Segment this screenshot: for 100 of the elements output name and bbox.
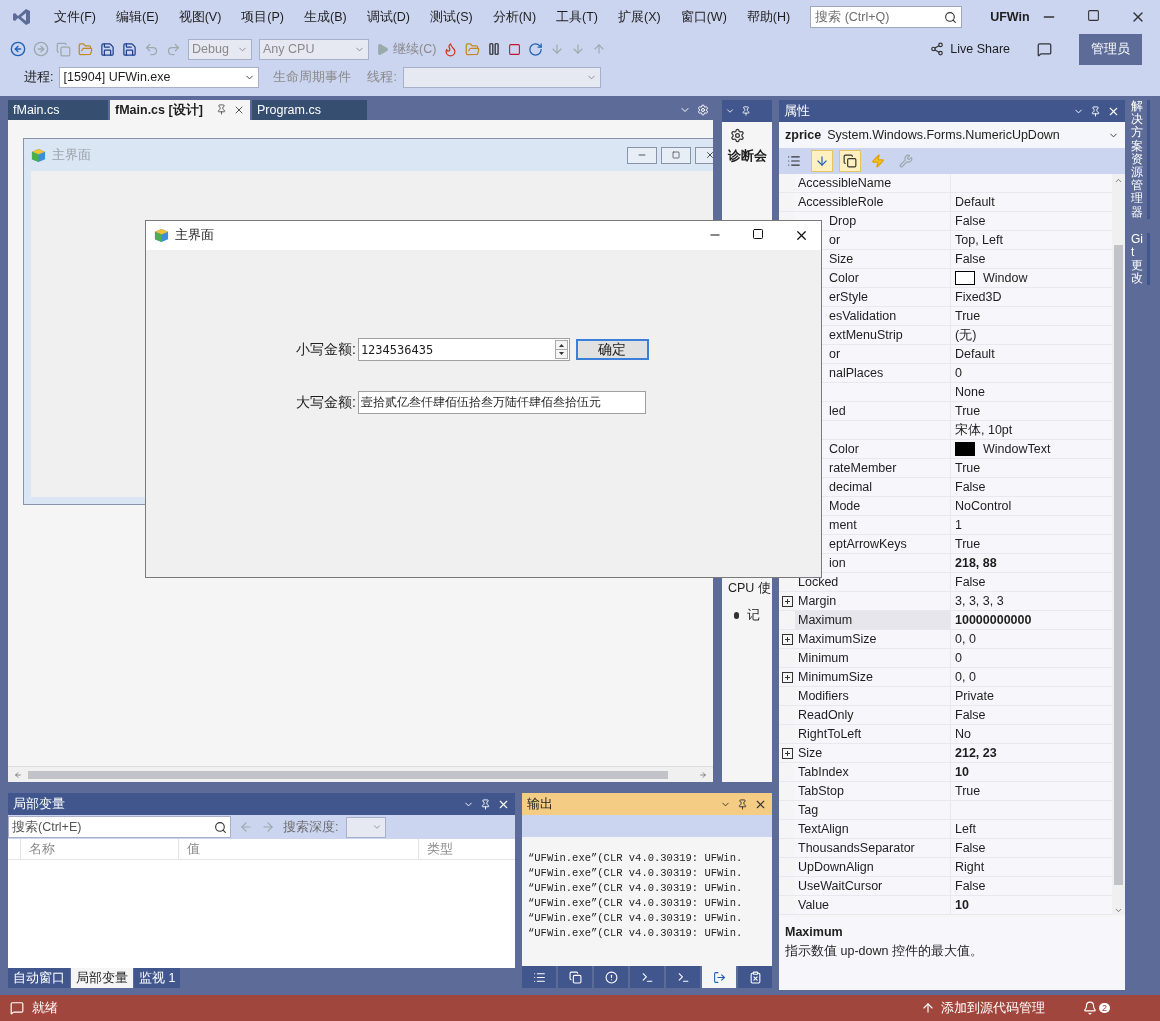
menu-item[interactable]: 窗口(W) xyxy=(670,8,737,26)
menu-item[interactable]: 文件(F) xyxy=(44,8,106,26)
property-value[interactable]: 1 xyxy=(955,518,962,532)
property-row[interactable]: ReadOnly False xyxy=(779,706,1112,725)
property-row[interactable]: Size 212, 23 xyxy=(779,744,1112,763)
source-control-button[interactable]: 添加到源代码管理 xyxy=(921,999,1045,1017)
side-tab[interactable]: 解决方案资源管理器 xyxy=(1131,100,1150,219)
property-value[interactable]: 10 xyxy=(955,898,969,912)
menu-item[interactable]: 工具(T) xyxy=(546,8,608,26)
column-header[interactable]: 名称 xyxy=(20,839,178,859)
expand-icon[interactable] xyxy=(781,595,793,607)
property-row[interactable]: Tag xyxy=(779,801,1112,820)
tool-window-tab[interactable] xyxy=(594,966,628,988)
tool-window-tab[interactable] xyxy=(702,966,736,988)
side-tab[interactable]: Git 更改 xyxy=(1131,232,1150,286)
document-tab[interactable]: Program.cs xyxy=(252,100,367,120)
property-value[interactable]: None xyxy=(955,385,985,399)
property-value[interactable]: Default xyxy=(955,195,995,209)
property-row[interactable]: MinimumSize 0, 0 xyxy=(779,668,1112,687)
property-row[interactable]: UpDownAlign Right xyxy=(779,858,1112,877)
tool-window-tab[interactable] xyxy=(666,966,700,988)
menu-item[interactable]: 生成(B) xyxy=(294,8,357,26)
property-row[interactable]: TabStop True xyxy=(779,782,1112,801)
process-dropdown[interactable]: [15904] UFWin.exe xyxy=(59,66,260,88)
restart-icon[interactable] xyxy=(528,41,544,57)
property-value[interactable]: Default xyxy=(955,347,995,361)
maximize-icon[interactable] xyxy=(1087,9,1100,22)
property-value[interactable]: False xyxy=(955,879,986,893)
property-row[interactable]: Maximum 10000000000 xyxy=(779,611,1112,630)
property-value[interactable]: True xyxy=(955,784,981,798)
spinner-arrows-icon[interactable] xyxy=(554,340,568,359)
alphabetical-button[interactable] xyxy=(811,150,833,172)
expand-icon[interactable] xyxy=(781,747,793,759)
panel-tab[interactable]: 局部变量 xyxy=(71,968,133,988)
pause-icon[interactable] xyxy=(487,42,502,56)
property-value[interactable]: No xyxy=(955,727,971,741)
property-value[interactable]: Left xyxy=(955,822,976,836)
bell-icon[interactable] xyxy=(1083,1001,1097,1015)
pin-icon[interactable] xyxy=(216,104,227,115)
property-row[interactable]: Modifiers Private xyxy=(779,687,1112,706)
menu-item[interactable]: 帮助(H) xyxy=(736,8,801,26)
pin-icon[interactable] xyxy=(1090,105,1101,117)
menu-item[interactable]: 编辑(E) xyxy=(105,8,169,26)
pin-icon[interactable] xyxy=(737,798,748,810)
confirm-button[interactable]: 确定 xyxy=(575,339,649,360)
tool-window-tab[interactable] xyxy=(558,966,592,988)
property-value[interactable]: 10 xyxy=(955,765,969,779)
tool-window-tab[interactable] xyxy=(522,966,556,988)
stop-icon[interactable] xyxy=(508,42,522,56)
menu-item[interactable]: 项目(P) xyxy=(231,8,294,26)
property-row[interactable]: RightToLeft No xyxy=(779,725,1112,744)
tool-window-tab[interactable] xyxy=(738,966,772,988)
menu-item[interactable]: 分析(N) xyxy=(482,8,547,26)
dropdown-icon[interactable] xyxy=(725,106,735,116)
feedback-icon[interactable] xyxy=(1037,41,1052,57)
property-row[interactable]: Margin 3, 3, 3, 3 xyxy=(779,592,1112,611)
menu-item[interactable]: 调试(D) xyxy=(356,8,420,26)
menu-item[interactable]: 测试(S) xyxy=(420,8,483,26)
settings-icon[interactable] xyxy=(730,127,745,143)
property-row[interactable]: AccessibleRole Default xyxy=(779,193,1112,212)
search-field[interactable]: 搜索(Ctrl+E) xyxy=(8,816,231,838)
property-value[interactable]: True xyxy=(955,309,981,323)
property-value[interactable]: False xyxy=(955,575,986,589)
document-tab[interactable]: fMain.cs [设计] xyxy=(110,100,250,120)
property-row[interactable]: Value 10 xyxy=(779,896,1112,915)
property-value[interactable]: 0, 0 xyxy=(955,632,976,646)
property-value[interactable]: (无) xyxy=(955,326,977,344)
property-row[interactable]: TextAlign Left xyxy=(779,820,1112,839)
live-share-button[interactable]: Live Share xyxy=(930,42,1010,56)
property-value[interactable]: True xyxy=(955,404,981,418)
search-field[interactable]: 搜索 (Ctrl+Q) xyxy=(810,6,963,28)
object-selector[interactable]: zprice System.Windows.Forms.NumericUpDown xyxy=(779,122,1125,148)
document-tab[interactable]: fMain.cs xyxy=(8,100,108,120)
vertical-scrollbar[interactable] xyxy=(1112,174,1125,915)
property-row[interactable]: Locked False xyxy=(779,573,1112,592)
menu-item[interactable]: 扩展(X) xyxy=(608,8,671,26)
save-icon[interactable] xyxy=(100,41,115,57)
menu-item[interactable]: 视图(V) xyxy=(168,8,232,26)
user-badge[interactable]: 管理员 xyxy=(1079,33,1142,65)
save-all-icon[interactable] xyxy=(122,41,137,57)
expand-icon[interactable] xyxy=(781,633,793,645)
property-value[interactable]: 0, 0 xyxy=(955,670,976,684)
text-field[interactable]: 壹拾贰亿叁仟肆佰伍拾叁万陆仟肆佰叁拾伍元 xyxy=(357,391,646,414)
property-value[interactable]: False xyxy=(955,480,986,494)
property-value[interactable]: False xyxy=(955,708,986,722)
property-value[interactable]: 0 xyxy=(955,651,962,665)
tool-window-tab[interactable] xyxy=(630,966,664,988)
property-value[interactable]: False xyxy=(955,214,986,228)
property-value[interactable]: Right xyxy=(955,860,985,874)
column-header[interactable]: 类型 xyxy=(418,839,498,859)
expand-icon[interactable] xyxy=(781,671,793,683)
property-row[interactable]: TabIndex 10 xyxy=(779,763,1112,782)
maximize-icon[interactable] xyxy=(752,228,764,240)
property-row[interactable]: ThousandsSeparator False xyxy=(779,839,1112,858)
property-row[interactable]: Minimum 0 xyxy=(779,649,1112,668)
property-value[interactable]: 0 xyxy=(955,366,962,380)
panel-tab[interactable]: 监视 1 xyxy=(134,968,181,988)
column-header[interactable]: 值 xyxy=(178,839,418,859)
property-row[interactable]: UseWaitCursor False xyxy=(779,877,1112,896)
property-value[interactable]: True xyxy=(955,461,981,475)
